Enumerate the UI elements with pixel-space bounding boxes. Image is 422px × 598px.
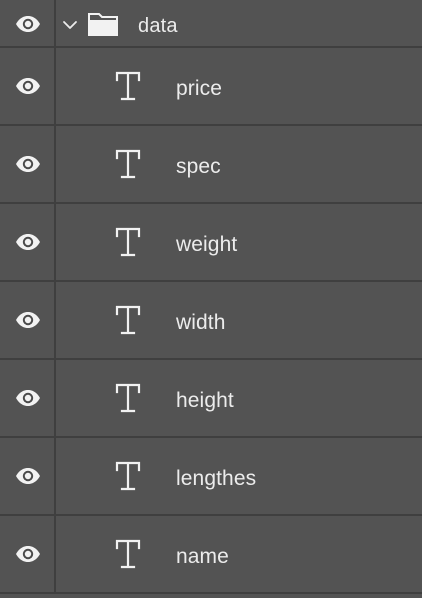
text-layer-row[interactable]: price [0,48,422,126]
eye-icon[interactable] [15,389,41,407]
eye-icon[interactable] [15,233,41,251]
layer-name: lengthes [176,467,257,490]
layer-group-name: data [138,15,178,37]
text-layer-icon [115,539,141,569]
visibility-toggle-cell[interactable] [0,282,56,358]
eye-icon[interactable] [15,77,41,95]
layer-name: spec [176,155,221,178]
layer-name: name [176,545,229,568]
layer-name: price [176,77,223,100]
text-layer-row[interactable]: lengthes [0,438,422,516]
text-layer-row[interactable]: weight [0,204,422,282]
eye-icon[interactable] [15,155,41,173]
text-layer-icon [115,149,141,179]
text-layer-icon [115,227,141,257]
text-layer-row[interactable]: name [0,516,422,594]
folder-icon [88,13,118,36]
eye-icon[interactable] [15,545,41,563]
visibility-toggle-cell[interactable] [0,48,56,124]
text-layer-icon [115,383,141,413]
visibility-toggle-cell[interactable] [0,126,56,202]
layer-name: height [176,389,234,412]
text-layer-row[interactable]: width [0,282,422,360]
text-layer-row[interactable]: spec [0,126,422,204]
chevron-down-icon[interactable] [62,19,78,31]
panel-bottom-edge [0,594,422,598]
text-layer-icon [115,305,141,335]
layer-group-row[interactable]: data [0,0,422,48]
visibility-toggle-cell[interactable] [0,0,56,46]
text-layer-icon [115,71,141,101]
eye-icon[interactable] [15,311,41,329]
text-layer-row[interactable]: height [0,360,422,438]
eye-icon[interactable] [15,15,41,33]
visibility-toggle-cell[interactable] [0,204,56,280]
eye-icon[interactable] [15,467,41,485]
layer-name: width [176,311,226,334]
visibility-toggle-cell[interactable] [0,516,56,592]
visibility-toggle-cell[interactable] [0,438,56,514]
text-layer-icon [115,461,141,491]
visibility-toggle-cell[interactable] [0,360,56,436]
layer-name: weight [176,233,238,256]
layers-panel: data price spec weight width height leng… [0,0,422,598]
